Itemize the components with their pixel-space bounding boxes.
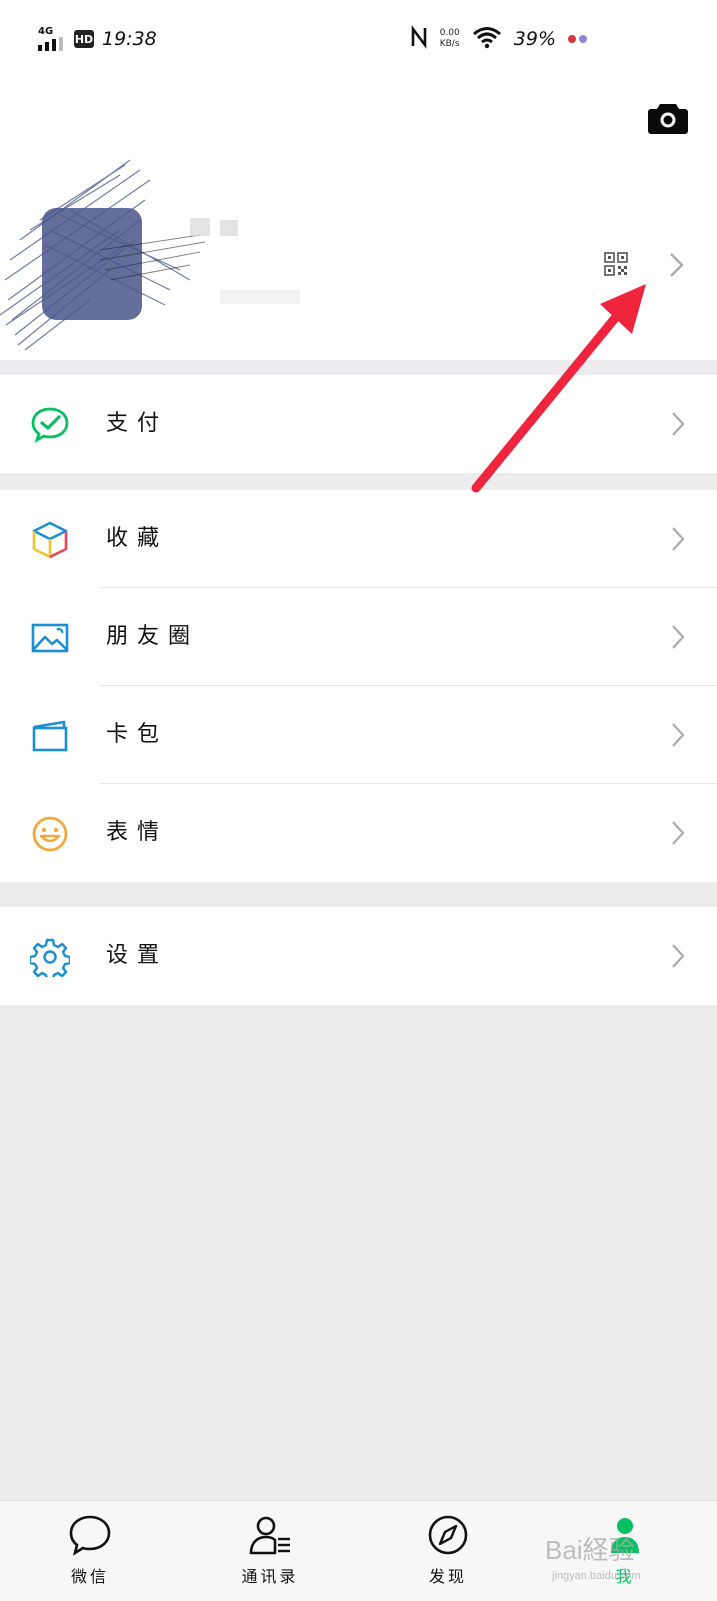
menu-item-pay[interactable]: 支付 xyxy=(0,375,717,473)
menu-group-settings: 设置 xyxy=(0,907,717,1005)
signal-type: 4G xyxy=(38,26,54,37)
contacts-icon xyxy=(249,1516,290,1555)
tab-label: 通讯录 xyxy=(241,1567,299,1586)
menu-group-main: 收藏 朋友圈 卡包 表情 xyxy=(0,490,717,882)
gear-icon xyxy=(30,938,70,977)
battery-text: 39% xyxy=(513,28,556,50)
recording-dots xyxy=(568,35,587,43)
moments-image-icon xyxy=(31,623,69,653)
menu-item-stickers[interactable]: 表情 xyxy=(0,784,717,882)
watermark: Bai経验 xyxy=(545,1535,635,1565)
clock: 19:38 xyxy=(102,28,157,50)
tab-label: 微信 xyxy=(70,1567,109,1586)
hd-badge: HD xyxy=(74,30,94,48)
menu-item-label: 支付 xyxy=(106,411,169,436)
net-speed-unit: KB/s xyxy=(439,39,460,49)
nfc-icon xyxy=(410,25,428,53)
chevron-right-icon xyxy=(672,412,685,436)
chat-bubble-icon xyxy=(69,1515,111,1556)
chevron-right-icon[interactable] xyxy=(668,252,686,278)
net-speed-value: 0.00 xyxy=(439,28,460,38)
wechat-pay-icon xyxy=(31,407,69,444)
status-left: 4G HD 19:38 xyxy=(38,24,157,54)
tab-contacts[interactable]: 通讯录 xyxy=(210,1501,330,1601)
menu-item-label: 卡包 xyxy=(106,722,169,747)
profile-header[interactable] xyxy=(0,80,717,360)
tab-label: 发现 xyxy=(428,1567,467,1586)
card-wallet-icon xyxy=(32,720,68,752)
tab-chats[interactable]: 微信 xyxy=(30,1501,150,1601)
menu-group-pay: 支付 xyxy=(0,375,717,473)
watermark-sub: jingyan.baidu.com xyxy=(552,1570,641,1582)
menu-item-label: 表情 xyxy=(106,820,169,845)
menu-item-moments[interactable]: 朋友圈 xyxy=(0,588,717,686)
tab-discover[interactable]: 发现 xyxy=(388,1501,508,1601)
compass-icon xyxy=(428,1515,468,1555)
chevron-right-icon xyxy=(672,723,685,747)
chevron-right-icon xyxy=(672,944,685,968)
menu-item-favorites[interactable]: 收藏 xyxy=(0,490,717,588)
menu-item-cards[interactable]: 卡包 xyxy=(0,686,717,784)
menu-item-label: 朋友圈 xyxy=(106,624,200,649)
signal-icon: 4G xyxy=(38,27,66,51)
status-bar: 4G HD 19:38 0.00 KB/s 39% xyxy=(0,0,717,80)
menu-item-label: 设置 xyxy=(106,943,169,968)
smiley-icon xyxy=(32,816,68,852)
chevron-right-icon xyxy=(672,625,685,649)
menu-item-label: 收藏 xyxy=(106,526,169,551)
qr-code-icon[interactable] xyxy=(604,252,628,276)
favorites-cube-icon xyxy=(32,521,68,559)
net-speed: 0.00 KB/s xyxy=(440,28,460,50)
status-right: 0.00 KB/s 39% xyxy=(410,24,587,54)
camera-icon[interactable] xyxy=(648,100,688,134)
chevron-right-icon xyxy=(672,821,685,845)
menu-item-settings[interactable]: 设置 xyxy=(0,907,717,1005)
chevron-right-icon xyxy=(672,527,685,551)
wifi-icon xyxy=(472,25,502,53)
